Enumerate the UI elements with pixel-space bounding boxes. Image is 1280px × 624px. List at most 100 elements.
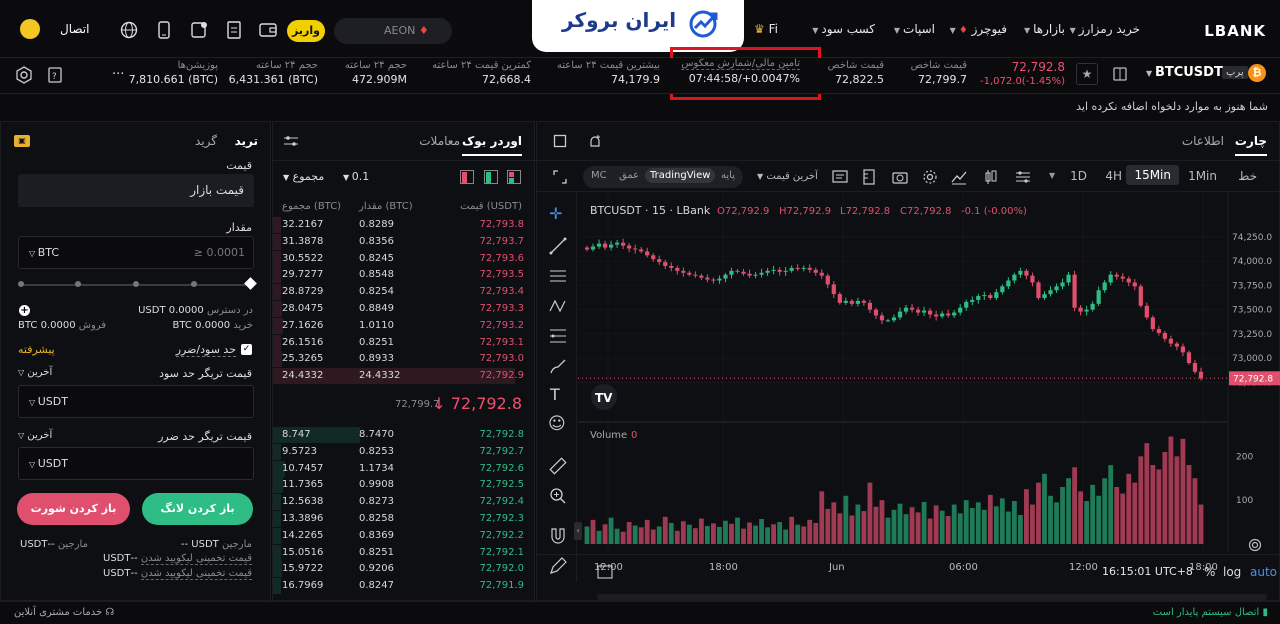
indicator-settings-icon[interactable] xyxy=(1015,170,1031,184)
bid-row[interactable]: 72,792.8 8.7470 8.747 xyxy=(273,427,536,443)
tf-1min[interactable]: 1Min xyxy=(1188,169,1217,183)
slider-dot-0[interactable] xyxy=(18,281,24,287)
bid-row[interactable]: 72,792.7 0.8253 9.5723 xyxy=(273,443,536,460)
wallet-icon[interactable] xyxy=(259,22,277,38)
bid-row[interactable]: 72,792.2 0.8369 14.2265 xyxy=(273,527,536,544)
text-tool-icon[interactable]: T xyxy=(550,385,560,404)
settings-icon[interactable] xyxy=(922,169,938,185)
fullscreen-icon[interactable] xyxy=(553,134,567,148)
open-long-button[interactable]: باز کردن لانگ xyxy=(142,493,253,525)
ask-row[interactable]: 72,793.0 0.8933 25.3265 xyxy=(273,351,536,368)
quantity-input[interactable]: ▽ BTC ≥ 0.0001 xyxy=(18,236,254,269)
brush-icon[interactable] xyxy=(549,357,567,375)
download-app-icon[interactable] xyxy=(156,21,172,39)
log-scale-toggle[interactable]: log xyxy=(1223,565,1241,579)
bid-row[interactable]: 72,792.3 0.8258 13.3896 xyxy=(273,511,536,527)
tf-line[interactable]: خط xyxy=(1238,169,1257,183)
tab-chart[interactable]: چارت xyxy=(1234,134,1267,156)
transfer-plus-icon[interactable]: + xyxy=(19,305,30,316)
line-chart-icon[interactable] xyxy=(951,169,967,185)
auto-scale-toggle[interactable]: auto xyxy=(1250,565,1277,579)
mode-depth[interactable]: عمق xyxy=(619,170,639,181)
tab-trade[interactable]: ترید xyxy=(235,134,258,148)
support-link[interactable]: ☊ خدمات مشتری آنلاین xyxy=(14,607,114,618)
nav-buy-crypto[interactable]: خرید رمزارز▼ xyxy=(1070,22,1140,36)
book-icon[interactable] xyxy=(1112,66,1128,82)
settings-gear-icon[interactable] xyxy=(15,66,33,84)
tab-trades[interactable]: معاملات xyxy=(419,134,460,148)
emoji-icon[interactable]: ☺ xyxy=(548,414,566,434)
candlestick-chart[interactable]: 74,250.0 74,000.0 73,750.0 73,500.0 73,250.0… xyxy=(578,192,1280,602)
tf-4h[interactable]: 4H xyxy=(1105,169,1122,183)
more-menu-icon[interactable]: ··· xyxy=(112,67,124,82)
note-icon[interactable] xyxy=(832,169,848,185)
view-asks-icon[interactable] xyxy=(460,170,474,184)
orderbook-settings-icon[interactable] xyxy=(283,134,299,148)
chevron-down-icon[interactable]: ▼ xyxy=(1049,171,1055,180)
fib-icon[interactable] xyxy=(549,327,567,345)
magnet-icon[interactable] xyxy=(549,527,567,545)
view-both-icon[interactable] xyxy=(507,170,521,184)
measure-icon[interactable] xyxy=(549,457,567,475)
pattern-icon[interactable] xyxy=(549,297,567,315)
crosshair-icon[interactable]: ✛ xyxy=(549,204,562,223)
tp-unit-select[interactable]: ▽ USDT xyxy=(29,395,68,408)
ticket-icon[interactable]: ▣ xyxy=(14,135,30,147)
tf-15min[interactable]: 15Min xyxy=(1126,165,1179,185)
bid-row[interactable]: 72,792.5 0.9908 11.7365 xyxy=(273,477,536,494)
notification-icon[interactable] xyxy=(190,21,208,39)
globe-icon[interactable] xyxy=(120,21,138,39)
camera-icon[interactable] xyxy=(892,170,908,184)
mode-basic[interactable]: پایه xyxy=(721,170,735,181)
tab-grid[interactable]: گرید xyxy=(195,134,217,148)
ask-row[interactable]: 72,793.6 0.8245 30.5522 xyxy=(273,250,536,267)
mode-tradingview[interactable]: TradingView xyxy=(645,168,716,183)
nav-markets[interactable]: بازارها▼ xyxy=(1024,22,1065,36)
tab-info[interactable]: اطلاعات xyxy=(1182,134,1224,148)
sum-select[interactable]: مجموع ▼ xyxy=(283,170,324,183)
zoom-in-icon[interactable] xyxy=(549,487,567,505)
ask-row[interactable]: 72,793.3 0.8849 28.0475 xyxy=(273,301,536,317)
ticker-funding[interactable]: تامین مالی/شمارش معکوس 07:44:58/+0.0047% xyxy=(681,58,800,85)
slider-dot-25[interactable] xyxy=(75,281,81,287)
horizontal-lines-icon[interactable] xyxy=(549,267,567,285)
bid-row[interactable]: 72,792.0 0.9206 15.9722 xyxy=(273,561,536,578)
tf-1d[interactable]: 1D xyxy=(1070,169,1087,183)
nav-earn[interactable]: کسب سود▼ xyxy=(812,22,875,36)
calculator-icon[interactable]: ? xyxy=(48,67,62,83)
expand-icon[interactable] xyxy=(553,170,567,184)
sl-price-type-select[interactable]: آخرین ▽ xyxy=(18,430,52,441)
user-avatar[interactable] xyxy=(20,19,40,39)
deposit-button[interactable]: واریز xyxy=(287,20,325,42)
favorite-star-icon[interactable]: ★ xyxy=(1076,63,1098,85)
slider-dot-50[interactable] xyxy=(133,281,139,287)
tab-orderbook[interactable]: اوردر بوک xyxy=(461,134,522,156)
ask-row[interactable]: 72,793.4 0.8254 28.8729 xyxy=(273,284,536,301)
bid-row[interactable]: 72,792.6 1.1734 10.7457 xyxy=(273,460,536,477)
connect-button[interactable]: اتصال xyxy=(60,22,89,36)
slider-handle[interactable] xyxy=(244,277,257,290)
tpsl-checkbox[interactable]: ✓ xyxy=(241,344,252,355)
chart-scrollbar[interactable] xyxy=(597,594,1267,600)
price-market-input[interactable]: قیمت بازار xyxy=(18,174,254,207)
date-range-icon[interactable] xyxy=(597,563,613,579)
bid-row[interactable]: 72,792.1 0.8251 15.0516 xyxy=(273,544,536,561)
slider-dot-75[interactable] xyxy=(191,281,197,287)
ask-row[interactable]: 72,793.5 0.8548 29.7277 xyxy=(273,267,536,284)
lock-drawing-icon[interactable] xyxy=(549,557,567,575)
bid-row[interactable]: 72,792.4 0.8273 12.5638 xyxy=(273,494,536,511)
precision-select[interactable]: ▼ 0.1 xyxy=(343,170,369,183)
advanced-link[interactable]: پیشرفته xyxy=(18,343,55,356)
nav-fi[interactable]: Fi ♛ xyxy=(754,22,778,36)
bid-row[interactable]: 72,791.9 0.8247 16.7969 xyxy=(273,578,536,595)
ask-row[interactable]: 72,793.1 0.8251 26.1516 xyxy=(273,334,536,351)
brand-logo[interactable]: LBANK xyxy=(1204,22,1266,40)
ask-row[interactable]: 72,793.7 0.8356 31.3878 xyxy=(273,233,536,250)
document-icon[interactable] xyxy=(226,21,242,39)
trendline-icon[interactable] xyxy=(549,237,567,255)
sl-trigger-input[interactable]: ▽ USDT xyxy=(18,447,254,480)
pair-selector[interactable]: ▼ BTCUSDT xyxy=(1146,65,1223,80)
percent-scale-toggle[interactable]: % xyxy=(1204,565,1215,579)
open-short-button[interactable]: باز کردن شورت xyxy=(17,493,130,525)
nav-futures[interactable]: فیوچرز ♦▼ xyxy=(950,22,1007,36)
